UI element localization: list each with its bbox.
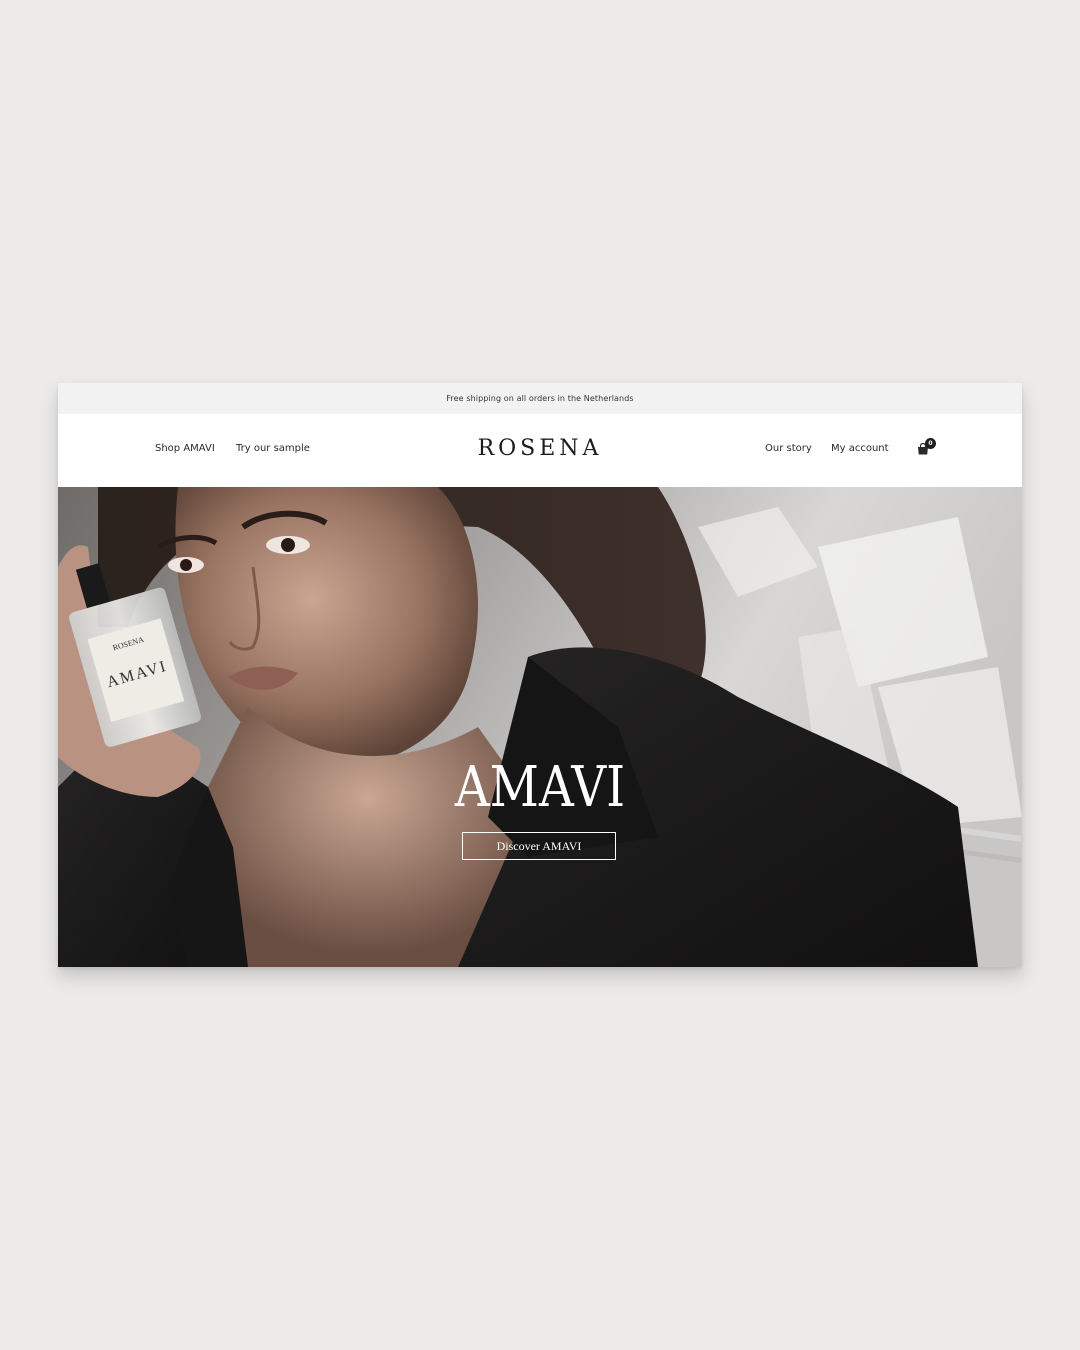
nav-our-story[interactable]: Our story: [765, 443, 812, 454]
cart-button[interactable]: 0: [915, 438, 939, 462]
site-header: Shop AMAVI Try our sample ROSENA Our sto…: [58, 414, 1022, 487]
announcement-bar: Free shipping on all orders in the Nethe…: [58, 383, 1022, 414]
website-mockup: Free shipping on all orders in the Nethe…: [58, 383, 1022, 967]
nav-my-account[interactable]: My account: [831, 443, 889, 454]
hero-banner: ROSENA AMAVI AMAVI Discover AMAVI: [58, 487, 1022, 967]
hero-title: AMAVI: [454, 755, 626, 820]
hero-photo: ROSENA AMAVI: [58, 487, 1022, 967]
discover-amavi-button[interactable]: Discover AMAVI: [462, 832, 616, 860]
announcement-text: Free shipping on all orders in the Nethe…: [446, 394, 634, 403]
cart-count-badge: 0: [925, 438, 936, 449]
